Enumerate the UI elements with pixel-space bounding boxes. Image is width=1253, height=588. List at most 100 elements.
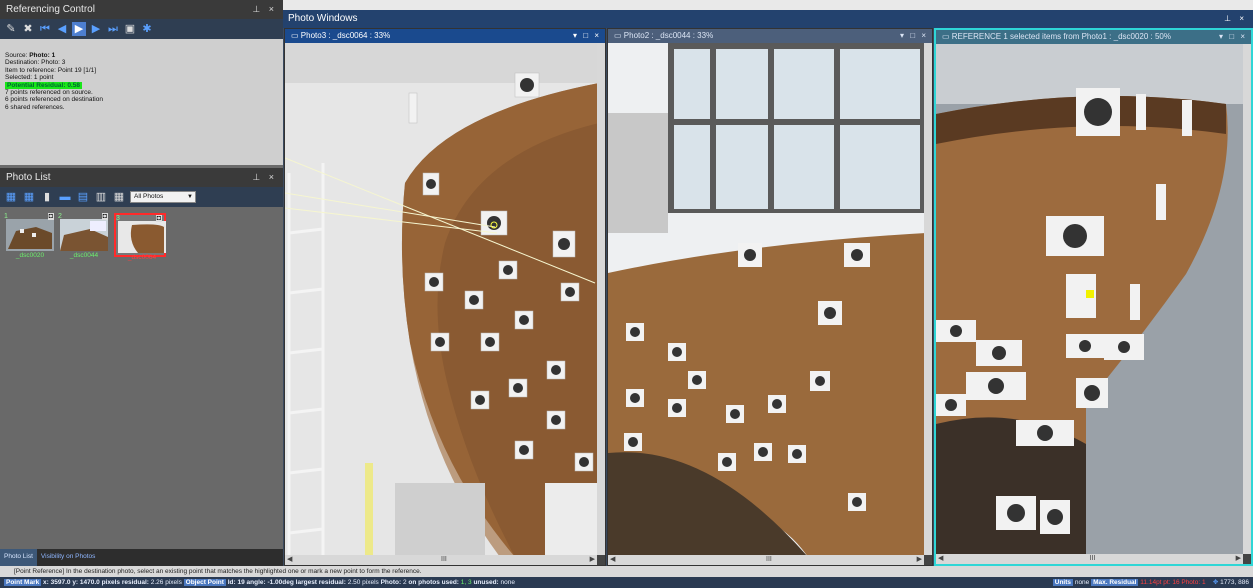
- unused-text: none: [500, 579, 515, 586]
- horizontal-scrollbar[interactable]: ◀ III ▶: [936, 554, 1243, 564]
- vertical-scrollbar[interactable]: [1243, 44, 1251, 554]
- photo-canvas[interactable]: [608, 43, 924, 555]
- horizontal-scrollbar[interactable]: ◀ III ▶: [285, 555, 597, 565]
- remove-photos-icon[interactable]: ▦: [22, 190, 36, 204]
- point-mark-text: x: 3597.0 y: 1470.0 pixels: [43, 579, 121, 586]
- photo-thumb-3[interactable]: 3 ◘ _dsc0064: [114, 213, 166, 261]
- referencing-control-title: Referencing Control ⊥ ×: [0, 0, 283, 19]
- source-line: Source: Photo: 1: [5, 52, 56, 59]
- photo-windows: Photo Windows ⊥ × ▭ Photo3 : _dsc0064 : …: [283, 10, 1253, 566]
- left-dock: Referencing Control ⊥ × ✎ ✖ ⏮ ◀ ▶ ▶ ⏭ ▣ …: [0, 0, 283, 566]
- photo-list-title-text: Photo List: [6, 172, 51, 183]
- units-value: none: [1074, 579, 1090, 586]
- next-icon[interactable]: ▶: [89, 22, 103, 36]
- left-tabs: Photo List Visibility on Photos: [0, 549, 283, 566]
- photo-windows-title: Photo Windows ⊥ ×: [283, 10, 1253, 28]
- scroll-thumb[interactable]: III: [441, 555, 447, 565]
- scroll-thumb[interactable]: III: [766, 555, 772, 565]
- referencing-control-title-text: Referencing Control: [6, 4, 95, 15]
- grid-view-icon[interactable]: ▦: [112, 190, 126, 204]
- chevron-down-icon: ▼: [187, 194, 193, 200]
- photo-window-header: ▭ REFERENCE 1 selected items from Photo1…: [936, 30, 1251, 44]
- photo-thumb-caption: _dsc0044: [69, 252, 99, 259]
- vertical-scrollbar[interactable]: [597, 43, 605, 555]
- photo-thumb-image: [60, 219, 108, 251]
- item-line: Item to reference: Point 19 [1/1]: [5, 66, 97, 74]
- mark-icon[interactable]: ✎: [4, 22, 18, 36]
- window-controls-icon[interactable]: ▾ □ ×: [573, 29, 601, 43]
- photo-icon: ▭: [291, 31, 301, 40]
- add-photos-icon[interactable]: ▦: [4, 190, 18, 204]
- residual-text: 2.26 pixels: [150, 579, 182, 586]
- max-residual-tag: Max. Residual: [1091, 579, 1139, 586]
- photo-list-pin-close-icon[interactable]: ⊥ ×: [252, 168, 277, 187]
- photo-filter-select[interactable]: All Photos ▼: [130, 191, 196, 203]
- camera-icon[interactable]: ▤: [76, 190, 90, 204]
- photo-window-title: Photo3 : _dsc0064 : 33%: [300, 31, 391, 40]
- camera-icon: ◘: [101, 213, 108, 220]
- point-mark-tag: Point Mark: [4, 579, 42, 586]
- scroll-right-icon[interactable]: ▶: [917, 555, 922, 565]
- cursor-coords: 1773, 886: [1220, 579, 1249, 586]
- window-controls-icon[interactable]: ▾ □ ×: [1219, 30, 1247, 44]
- status-right: Units none Max. Residual 11.14pt pt: 16 …: [1052, 577, 1249, 588]
- last-icon[interactable]: ⏭: [106, 22, 120, 36]
- horizontal-scrollbar[interactable]: ◀ III ▶: [608, 555, 924, 565]
- scroll-left-icon[interactable]: ◀: [287, 555, 292, 565]
- photomodeler-window: Referencing Control ⊥ × ✎ ✖ ⏮ ◀ ▶ ▶ ⏭ ▣ …: [0, 0, 1253, 588]
- photo-thumb-caption: _dsc0064: [127, 254, 157, 261]
- info-line-2: 6 points referenced on destination: [5, 96, 103, 104]
- photo-window-title: REFERENCE 1 selected items from Photo1 :…: [951, 32, 1171, 41]
- largest-residual-label: largest residual:: [295, 579, 346, 586]
- largest-residual-text: 2.50 pixels: [347, 579, 379, 586]
- referencing-toolbar: ✎ ✖ ⏮ ◀ ▶ ▶ ⏭ ▣ ✱: [0, 19, 283, 39]
- scroll-thumb[interactable]: III: [1090, 554, 1096, 564]
- properties-icon[interactable]: ▮: [40, 190, 54, 204]
- status-bar: Point Mark x: 3597.0 y: 1470.0 pixels re…: [0, 577, 1253, 588]
- photo-window-2[interactable]: ▭ Photo2 : _dsc0044 : 33% ▾ □ × ◀ III ▶: [607, 28, 933, 566]
- photo-list-body: 1 ◘ _dsc0020 2 ◘ _dsc0044 3 ◘ _dsc0064: [0, 207, 283, 549]
- hint-bar: [Point Reference] In the destination pho…: [0, 566, 1253, 577]
- info-line-1: 7 points referenced on source.: [5, 89, 93, 97]
- pin-close-icon[interactable]: ⊥ ×: [1224, 10, 1247, 28]
- residual-label: residual:: [121, 579, 149, 586]
- pin-close-icon[interactable]: ⊥ ×: [252, 0, 277, 19]
- tab-photo-list[interactable]: Photo List: [0, 549, 37, 566]
- on-photos-label: on photos used:: [408, 579, 459, 586]
- prev-icon[interactable]: ◀: [55, 22, 69, 36]
- scroll-right-icon[interactable]: ▶: [1236, 554, 1241, 564]
- window-controls-icon[interactable]: ▾ □ ×: [900, 29, 928, 43]
- photo-thumb-2[interactable]: 2 ◘ _dsc0044: [58, 213, 110, 259]
- open-photo-icon[interactable]: ▬: [58, 190, 72, 204]
- photo-thumb-number: 3: [116, 215, 120, 222]
- photo-thumb-caption: _dsc0020: [15, 252, 45, 259]
- play-icon[interactable]: ▶: [72, 22, 86, 36]
- remove-icon[interactable]: ✖: [21, 22, 35, 36]
- photo-icon: ▭: [614, 31, 624, 40]
- scroll-right-icon[interactable]: ▶: [590, 555, 595, 565]
- photo-window-3[interactable]: ▭ Photo3 : _dsc0064 : 33% ▾ □ × ◀ III ▶: [284, 28, 606, 566]
- photo-canvas[interactable]: [285, 43, 597, 555]
- reference-photo-window-1[interactable]: ▭ REFERENCE 1 selected items from Photo1…: [934, 28, 1253, 566]
- photo-thumb-1[interactable]: 1 ◘ _dsc0020: [4, 213, 56, 259]
- first-icon[interactable]: ⏮: [38, 22, 52, 36]
- photo-window-title: Photo2 : _dsc0044 : 33%: [623, 31, 714, 40]
- frame-icon[interactable]: ▣: [123, 22, 137, 36]
- scroll-left-icon[interactable]: ◀: [938, 554, 943, 564]
- object-point-text: Id: 19 angle: -1.00deg: [227, 579, 294, 586]
- photo-canvas[interactable]: [936, 44, 1243, 554]
- object-point-tag: Object Point: [183, 579, 226, 586]
- tile-icon[interactable]: ▥: [94, 190, 108, 204]
- selected-line: Selected: 1 point: [5, 74, 54, 82]
- units-tag: Units: [1052, 579, 1074, 586]
- on-photos-value: 1, 3: [460, 579, 472, 586]
- star-icon[interactable]: ✱: [140, 22, 154, 36]
- photo-icon: ▭: [942, 32, 952, 41]
- potential-residual: Potential Residual: 0.58: [5, 81, 82, 90]
- info-line-3: 6 shared references.: [5, 103, 65, 111]
- photo-filter-value: All Photos: [134, 193, 164, 200]
- tab-visibility-on-photos[interactable]: Visibility on Photos: [37, 549, 99, 566]
- vertical-scrollbar[interactable]: [924, 43, 932, 555]
- photo-thumb-image: [118, 221, 166, 253]
- scroll-left-icon[interactable]: ◀: [610, 555, 615, 565]
